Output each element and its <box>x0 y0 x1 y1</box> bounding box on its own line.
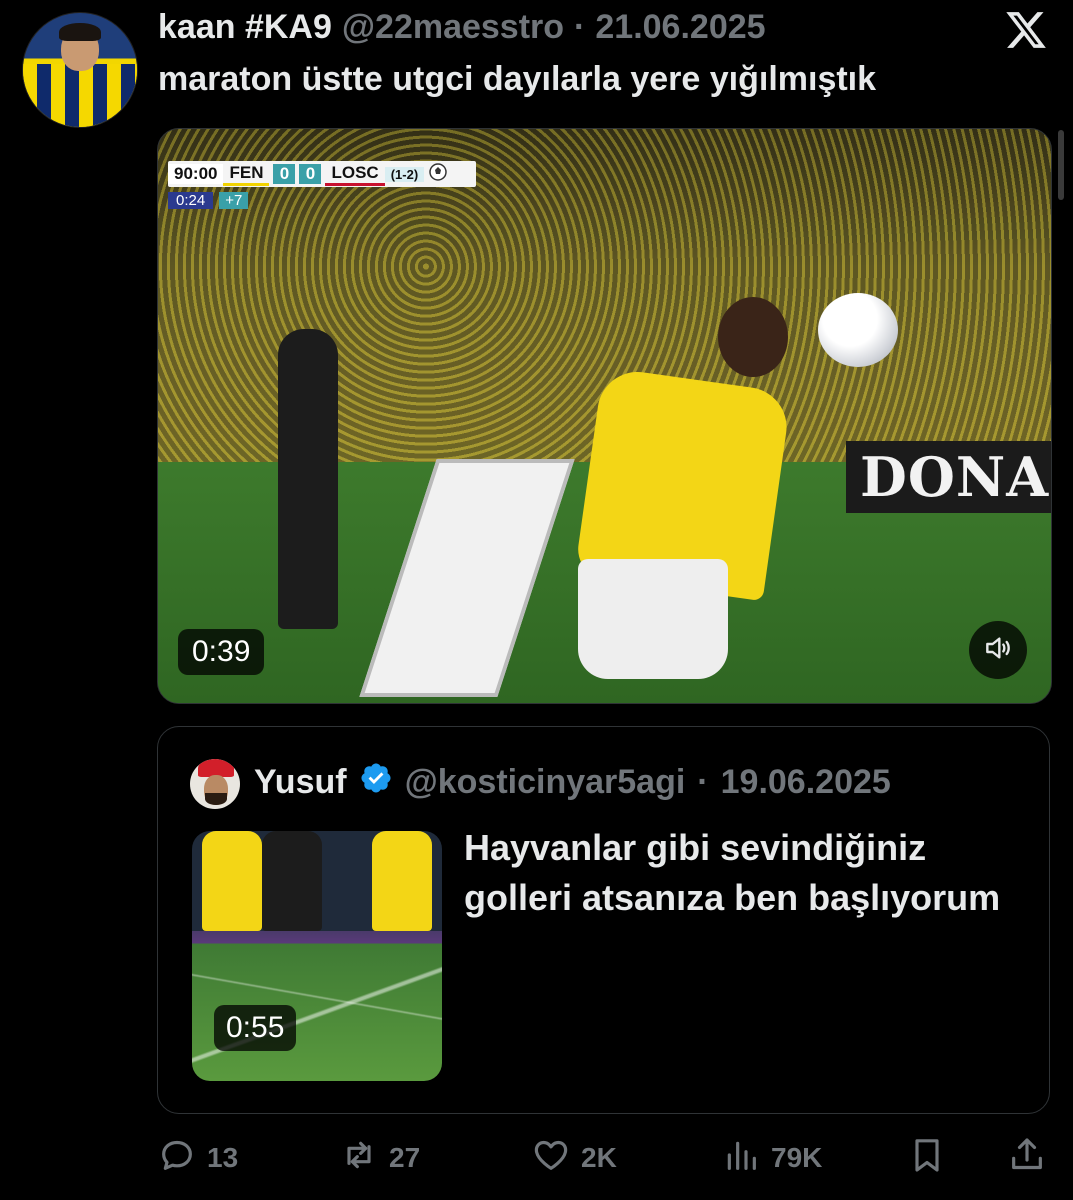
scoreboard-away-score: 0 <box>299 164 322 184</box>
tweet-video[interactable]: DONA 90:00 FEN 0 0 LOSC (1-2) 0:24 +7 0:… <box>157 128 1052 704</box>
author-avatar[interactable] <box>22 12 138 128</box>
tweet-header: kaan #KA9 @22maesstro · 21.06.2025 <box>158 8 766 52</box>
scoreboard-match-time: 90:00 <box>168 164 224 184</box>
quoted-author-avatar[interactable] <box>190 759 240 809</box>
tweet-date[interactable]: 21.06.2025 <box>595 8 765 47</box>
scoreboard-added-time: +7 <box>219 191 249 209</box>
repost-icon <box>339 1135 379 1182</box>
quoted-author-handle[interactable]: @kosticinyar5agi <box>405 763 686 802</box>
scrollbar-thumb[interactable] <box>1058 130 1064 200</box>
author-display-name[interactable]: kaan #KA9 <box>158 8 332 47</box>
reply-icon <box>157 1135 197 1182</box>
quoted-video-thumbnail[interactable]: 0:55 <box>192 831 442 1081</box>
share-icon <box>1007 1135 1047 1182</box>
video-player-head <box>718 297 788 377</box>
scoreboard-home-team: FEN <box>223 163 270 186</box>
video-ball <box>818 293 898 367</box>
quoted-avatar-beard <box>205 793 227 805</box>
tweet-action-bar: 13 27 2K 79K <box>157 1132 1050 1184</box>
scoreboard-clock: 0:24 <box>168 191 214 209</box>
repost-button[interactable]: 27 <box>339 1132 420 1184</box>
bookmark-button[interactable] <box>907 1132 947 1184</box>
quoted-video-duration: 0:55 <box>214 1005 297 1051</box>
speaker-muted-icon <box>982 632 1014 669</box>
quoted-header-separator: · <box>697 763 709 801</box>
video-player-shorts <box>578 559 728 679</box>
quoted-tweet-card[interactable]: Yusuf @kosticinyar5agi · 19.06.2025 0:55… <box>157 726 1050 1114</box>
video-coach <box>278 329 338 629</box>
verified-badge-icon <box>359 761 393 804</box>
quoted-tweet-date[interactable]: 19.06.2025 <box>721 763 891 802</box>
scoreboard-away-team: LOSC <box>325 163 385 186</box>
bookmark-icon <box>907 1135 947 1182</box>
scoreboard-overlay: 90:00 FEN 0 0 LOSC (1-2) 0:24 +7 <box>168 161 476 211</box>
scoreboard-home-score: 0 <box>273 164 296 184</box>
heart-icon <box>531 1135 571 1182</box>
thumbnail-figure-left <box>202 831 262 931</box>
scoreboard-aggregate: (1-2) <box>384 166 425 182</box>
thumbnail-figure-right <box>372 831 432 931</box>
quoted-author-display-name[interactable]: Yusuf <box>254 763 347 802</box>
quoted-tweet-header: Yusuf @kosticinyar5agi · 19.06.2025 <box>254 761 891 804</box>
scoreboard-clock-row: 0:24 +7 <box>168 189 249 211</box>
views-button[interactable]: 79K <box>721 1132 822 1184</box>
scoreboard-main-row: 90:00 FEN 0 0 LOSC (1-2) <box>168 161 476 187</box>
quoted-tweet-text: Hayvanlar gibi sevindiğiniz golleri atsa… <box>464 827 1001 918</box>
share-button[interactable] <box>1007 1132 1047 1184</box>
video-ad-board: DONA <box>846 441 1051 513</box>
reply-count: 13 <box>207 1142 239 1173</box>
view-count: 79K <box>771 1142 823 1173</box>
avatar-hair <box>59 23 101 41</box>
like-button[interactable]: 2K <box>531 1132 617 1184</box>
mute-toggle-button[interactable] <box>969 621 1027 679</box>
tweet-text: maraton üstte utgci dayılarla yere yığıl… <box>158 60 877 98</box>
thumbnail-figure-center <box>262 831 322 931</box>
analytics-icon <box>721 1135 761 1182</box>
champions-league-ball-icon <box>428 162 448 187</box>
header-separator: · <box>574 8 586 46</box>
avatar-jersey <box>23 64 137 127</box>
like-count: 2K <box>581 1142 617 1173</box>
reply-button[interactable]: 13 <box>157 1132 238 1184</box>
video-duration: 0:39 <box>178 629 265 675</box>
x-logo-icon <box>1004 8 1048 52</box>
author-handle[interactable]: @22maesstro <box>342 8 564 47</box>
repost-count: 27 <box>389 1142 421 1173</box>
